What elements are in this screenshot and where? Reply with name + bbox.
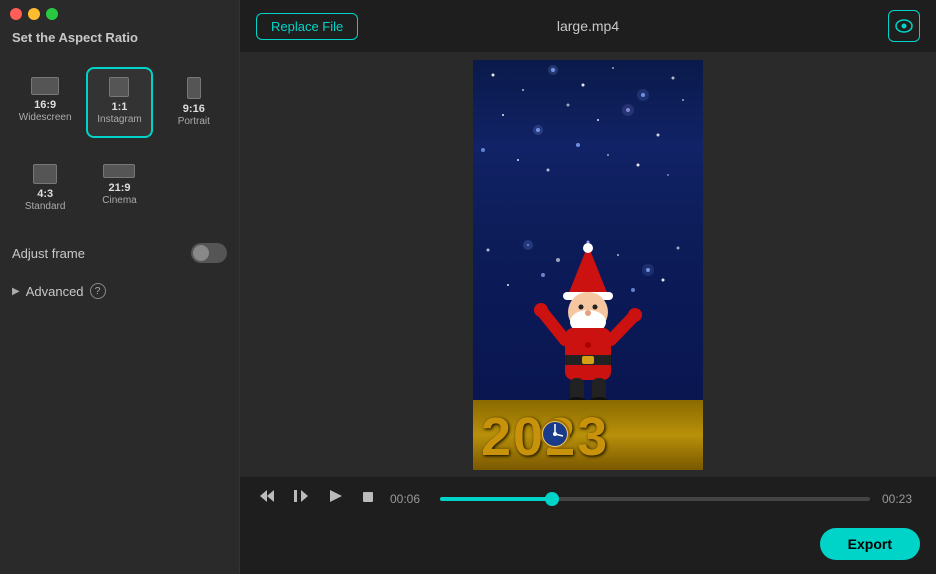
aspect-ratio-label-916: 9:16: [178, 103, 210, 116]
aspect-icon-219: [103, 164, 135, 178]
current-time: 00:06: [390, 492, 428, 506]
progress-fill: [440, 497, 552, 501]
bottom-bar: Export: [240, 520, 936, 574]
aspect-ratio-grid: 16:9 Widescreen 1:1 Instagram 9:16 Portr…: [12, 67, 227, 138]
aspect-desc-169: Widescreen: [19, 112, 72, 124]
aspect-ratio-label-43: 4:3: [25, 188, 66, 201]
aspect-option-43[interactable]: 4:3 Standard: [12, 154, 78, 223]
skip-back-button[interactable]: [256, 487, 278, 510]
aspect-ratio-label-169: 16:9: [19, 99, 72, 112]
aspect-icon-916: [187, 77, 201, 99]
aspect-option-11[interactable]: 1:1 Instagram: [86, 67, 152, 138]
progress-thumb[interactable]: [545, 492, 559, 506]
aspect-desc-916: Portrait: [178, 116, 210, 128]
aspect-desc-43: Standard: [25, 201, 66, 213]
aspect-option-916[interactable]: 9:16 Portrait: [161, 67, 227, 138]
traffic-lights: [10, 8, 58, 20]
preview-area: 2023: [240, 52, 936, 477]
total-time: 00:23: [882, 492, 920, 506]
main-content: Replace File large.mp4: [240, 0, 936, 574]
toggle-knob: [193, 245, 209, 261]
aspect-desc-11: Instagram: [97, 114, 141, 126]
video-bottom-half: 2023: [473, 230, 703, 469]
advanced-row[interactable]: ▶ Advanced ?: [12, 283, 227, 299]
export-button[interactable]: Export: [820, 528, 920, 560]
maximize-button[interactable]: [46, 8, 58, 20]
skip-back-icon: [260, 489, 274, 503]
stop-icon: [362, 491, 374, 503]
controls-bar: 00:06 00:23: [240, 477, 936, 520]
year-banner: 2023: [473, 400, 703, 470]
adjust-frame-label: Adjust frame: [12, 246, 85, 261]
aspect-icon-169: [31, 77, 59, 95]
eye-button[interactable]: [888, 10, 920, 42]
aspect-option-219[interactable]: 21:9 Cinema: [86, 154, 152, 223]
stars-svg: [473, 60, 703, 231]
step-back-icon: [294, 489, 308, 503]
santa-svg: [533, 240, 643, 410]
adjust-frame-row: Adjust frame: [12, 239, 227, 267]
video-top-half: [473, 60, 703, 231]
aspect-icon-11: [109, 77, 129, 97]
aspect-ratio-grid-bottom: 4:3 Standard 21:9 Cinema: [12, 154, 227, 223]
advanced-label: Advanced: [26, 284, 84, 299]
aspect-ratio-label-219: 21:9: [102, 182, 136, 195]
topbar: Replace File large.mp4: [240, 0, 936, 52]
close-button[interactable]: [10, 8, 22, 20]
minimize-button[interactable]: [28, 8, 40, 20]
aspect-ratio-label-11: 1:1: [97, 101, 141, 114]
progress-bar[interactable]: [440, 497, 870, 501]
aspect-option-169[interactable]: 16:9 Widescreen: [12, 67, 78, 138]
play-icon: [328, 489, 342, 503]
file-name: large.mp4: [557, 18, 619, 34]
eye-icon: [895, 19, 913, 33]
sidebar-title: Set the Aspect Ratio: [12, 30, 227, 45]
stop-button[interactable]: [358, 488, 378, 510]
aspect-desc-219: Cinema: [102, 195, 136, 207]
sidebar: Set the Aspect Ratio 16:9 Widescreen 1:1…: [0, 0, 240, 574]
video-preview: 2023: [473, 60, 703, 470]
play-button[interactable]: [324, 487, 346, 510]
help-icon[interactable]: ?: [90, 283, 106, 299]
step-back-button[interactable]: [290, 487, 312, 510]
year-svg: 2023: [473, 400, 703, 470]
replace-file-button[interactable]: Replace File: [256, 13, 358, 40]
aspect-icon-43: [33, 164, 57, 184]
chevron-right-icon: ▶: [12, 286, 20, 297]
adjust-frame-toggle[interactable]: [191, 243, 227, 263]
